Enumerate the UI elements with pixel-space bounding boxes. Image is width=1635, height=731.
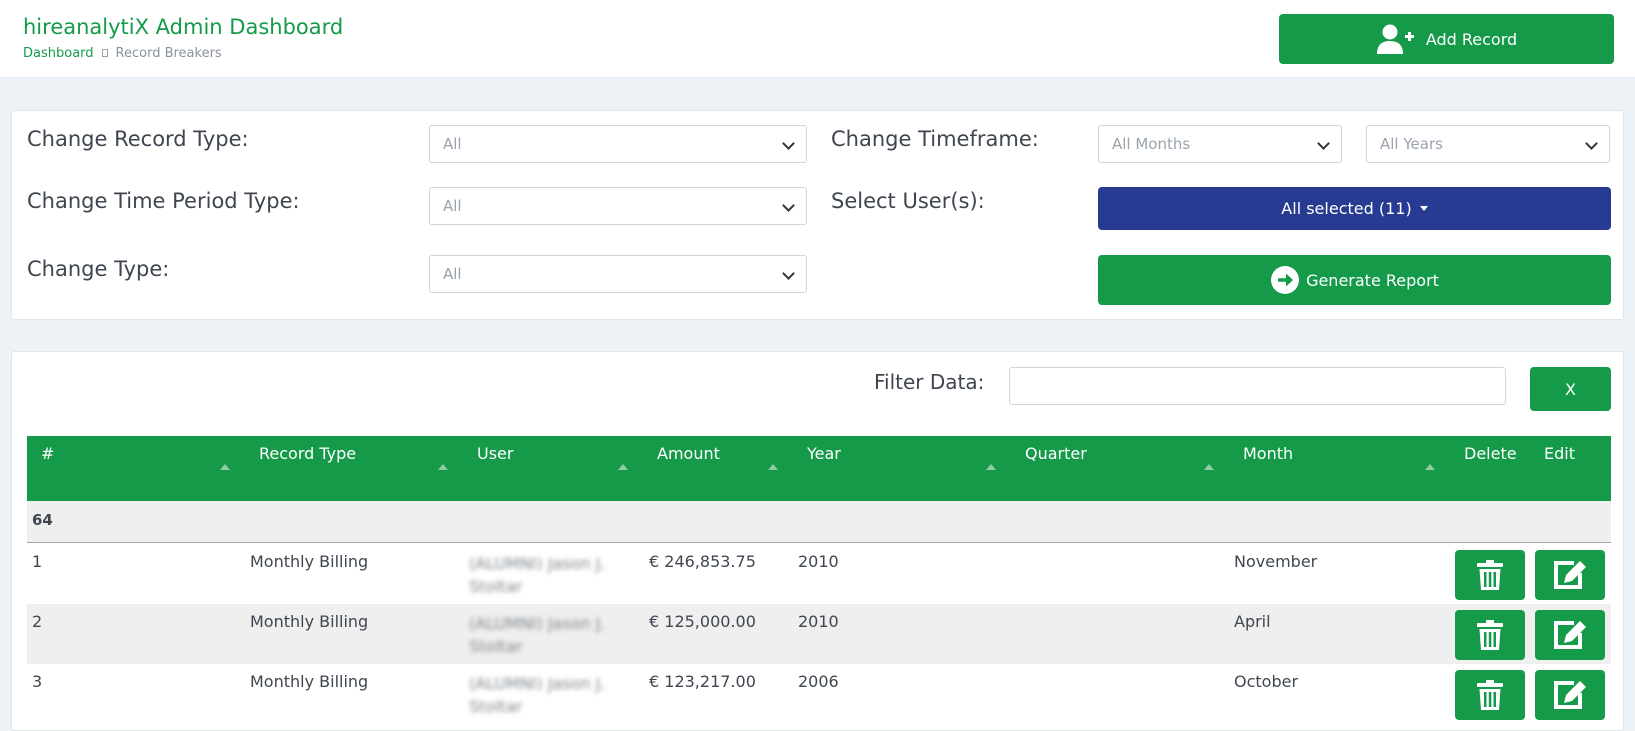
cell-amount: € 123,217.00 bbox=[649, 672, 756, 691]
column-header-year[interactable]: Year bbox=[807, 444, 841, 463]
chevron-down-icon bbox=[782, 137, 795, 150]
sort-up-icon[interactable] bbox=[1204, 464, 1214, 470]
column-header-amount[interactable]: Amount bbox=[657, 444, 720, 463]
cell-month: April bbox=[1234, 612, 1271, 631]
cell-amount: € 125,000.00 bbox=[649, 612, 756, 631]
cell-record-type: Monthly Billing bbox=[250, 612, 369, 631]
trash-icon bbox=[1477, 620, 1503, 650]
app-title: hireanalytiX Admin Dashboard bbox=[23, 15, 344, 39]
time-period-type-select[interactable]: All bbox=[429, 187, 807, 225]
breadcrumb: Dashboard Record Breakers bbox=[23, 46, 222, 61]
month-value: All Months bbox=[1112, 135, 1191, 153]
timeframe-label: Change Timeframe: bbox=[831, 127, 1039, 151]
sort-up-icon[interactable] bbox=[768, 464, 778, 470]
cell-month: October bbox=[1234, 672, 1299, 691]
change-type-select[interactable]: All bbox=[429, 255, 807, 293]
column-header-delete: Delete bbox=[1464, 444, 1517, 463]
column-header-edit: Edit bbox=[1544, 444, 1575, 463]
chevron-down-icon bbox=[1317, 137, 1330, 150]
table-row: 2 Monthly Billing (ALUMNI) Jason J. Stol… bbox=[27, 604, 1611, 664]
chevron-down-icon bbox=[782, 199, 795, 212]
cell-user: (ALUMNI) Jason J. Stoltar bbox=[469, 674, 606, 716]
sort-up-icon[interactable] bbox=[986, 464, 996, 470]
generate-report-label: Generate Report bbox=[1306, 270, 1439, 290]
caret-down-icon bbox=[1419, 206, 1428, 211]
cell-amount: € 246,853.75 bbox=[649, 552, 756, 571]
cell-record-type: Monthly Billing bbox=[250, 672, 369, 691]
chevron-down-icon bbox=[1585, 137, 1598, 150]
filter-data-input[interactable] bbox=[1009, 367, 1506, 405]
cell-month: November bbox=[1234, 552, 1318, 571]
group-row: 64 bbox=[27, 501, 1611, 543]
time-period-type-label: Change Time Period Type: bbox=[27, 189, 300, 213]
select-users-value: All selected (11) bbox=[1281, 199, 1412, 218]
table-row: 1 Monthly Billing (ALUMNI) Jason J. Stol… bbox=[27, 544, 1611, 604]
change-type-value: All bbox=[443, 265, 462, 283]
column-header-quarter[interactable]: Quarter bbox=[1025, 444, 1087, 463]
breadcrumb-current: Record Breakers bbox=[115, 46, 222, 61]
column-header-record-type[interactable]: Record Type bbox=[259, 444, 356, 463]
cell-user: (ALUMNI) Jason J. Stoltar bbox=[469, 614, 606, 656]
edit-button[interactable] bbox=[1535, 610, 1605, 660]
cell-user: (ALUMNI) Jason J. Stoltar bbox=[469, 554, 606, 596]
filter-data-label: Filter Data: bbox=[874, 370, 985, 394]
delete-button[interactable] bbox=[1455, 610, 1525, 660]
month-select[interactable]: All Months bbox=[1098, 125, 1342, 163]
column-header-user[interactable]: User bbox=[477, 444, 513, 463]
edit-icon bbox=[1554, 561, 1586, 589]
edit-button[interactable] bbox=[1535, 670, 1605, 720]
edit-button[interactable] bbox=[1535, 550, 1605, 600]
breadcrumb-dashboard-link[interactable]: Dashboard bbox=[23, 46, 94, 61]
edit-icon bbox=[1554, 681, 1586, 709]
add-user-icon bbox=[1376, 24, 1414, 54]
record-type-select[interactable]: All bbox=[429, 125, 807, 163]
trash-icon bbox=[1477, 680, 1503, 710]
breadcrumb-separator-icon bbox=[101, 48, 108, 57]
record-type-value: All bbox=[443, 135, 462, 153]
column-header-month[interactable]: Month bbox=[1243, 444, 1293, 463]
year-select[interactable]: All Years bbox=[1366, 125, 1610, 163]
cell-number: 3 bbox=[32, 672, 43, 691]
group-label: 64 bbox=[32, 511, 53, 529]
select-users-dropdown[interactable]: All selected (11) bbox=[1098, 187, 1611, 230]
record-type-label: Change Record Type: bbox=[27, 127, 249, 151]
edit-icon bbox=[1554, 621, 1586, 649]
clear-filter-button[interactable]: X bbox=[1530, 367, 1611, 411]
top-bar: hireanalytiX Admin Dashboard Dashboard R… bbox=[0, 0, 1635, 78]
change-type-label: Change Type: bbox=[27, 257, 170, 281]
time-period-type-value: All bbox=[443, 197, 462, 215]
add-record-button[interactable]: Add Record bbox=[1279, 14, 1614, 64]
sort-up-icon[interactable] bbox=[1425, 464, 1435, 470]
column-header-number[interactable]: # bbox=[41, 444, 54, 463]
cell-number: 2 bbox=[32, 612, 43, 631]
delete-button[interactable] bbox=[1455, 550, 1525, 600]
select-users-label: Select User(s): bbox=[831, 189, 985, 213]
sort-up-icon[interactable] bbox=[438, 464, 448, 470]
table-row: 3 Monthly Billing (ALUMNI) Jason J. Stol… bbox=[27, 664, 1611, 724]
chevron-down-icon bbox=[782, 267, 795, 280]
cell-number: 1 bbox=[32, 552, 43, 571]
table-header: # Record Type User Amount Year Quarter M… bbox=[27, 436, 1611, 501]
year-value: All Years bbox=[1380, 135, 1443, 153]
generate-report-button[interactable]: Generate Report bbox=[1098, 255, 1611, 305]
arrow-right-circle-icon bbox=[1271, 266, 1300, 294]
add-record-label: Add Record bbox=[1425, 29, 1518, 49]
sort-up-icon[interactable] bbox=[220, 464, 230, 470]
cell-year: 2010 bbox=[798, 612, 839, 631]
cell-year: 2010 bbox=[798, 552, 839, 571]
cell-record-type: Monthly Billing bbox=[250, 552, 369, 571]
sort-up-icon[interactable] bbox=[618, 464, 628, 470]
delete-button[interactable] bbox=[1455, 670, 1525, 720]
cell-year: 2006 bbox=[798, 672, 839, 691]
trash-icon bbox=[1477, 560, 1503, 590]
